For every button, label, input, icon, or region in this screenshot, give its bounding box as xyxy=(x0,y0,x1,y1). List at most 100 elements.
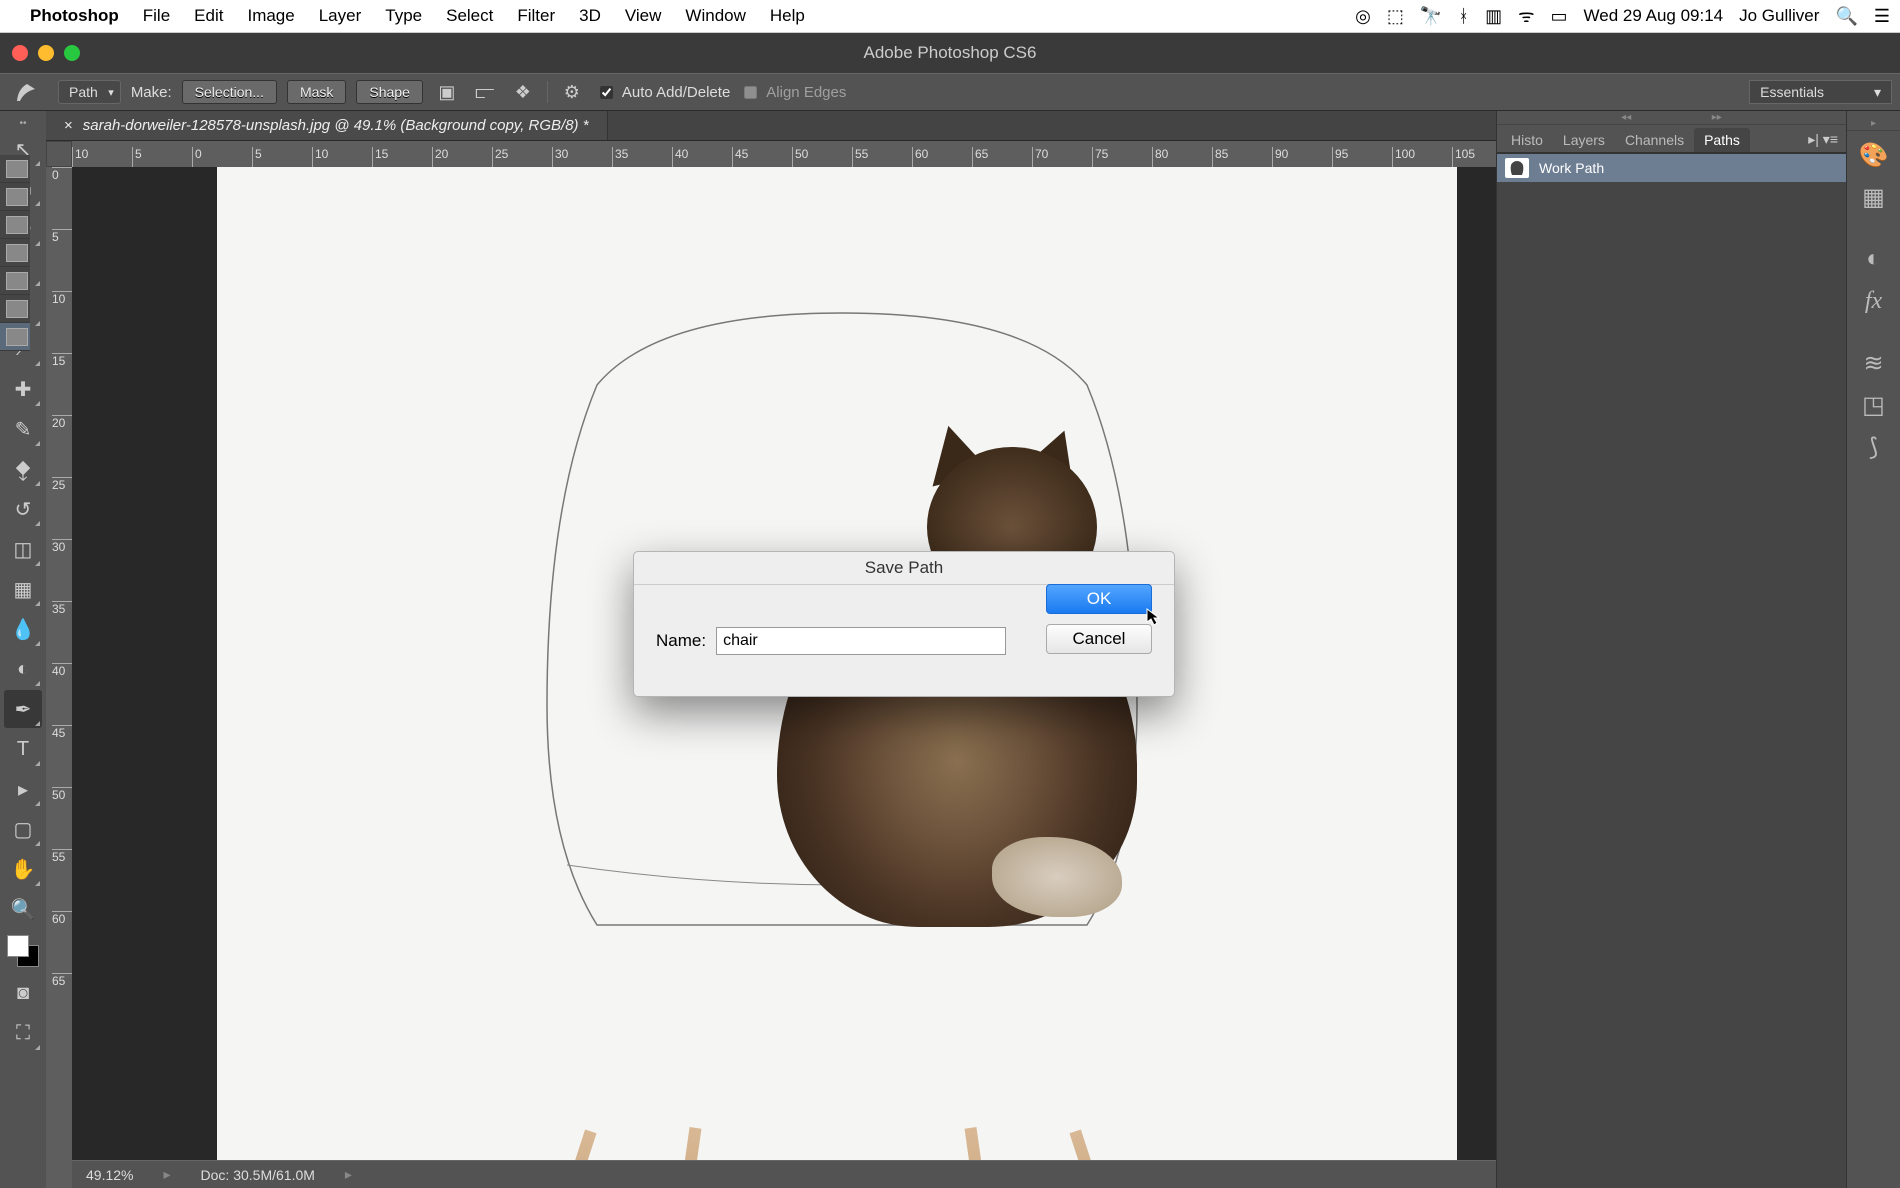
history-row[interactable] xyxy=(0,295,30,323)
path-alignment-icon[interactable]: ⫍ xyxy=(471,79,499,105)
paths-tab[interactable]: Paths xyxy=(1694,128,1750,152)
workspace: •• ↖ ▭ ⭗ ✦ ⌗ ⟋ ✚ ✎ ⧪ ↺ ◫ ▦ 💧 ◐ ✒ T ▸ ▢ ✋… xyxy=(0,111,1900,1188)
adjustments-panel-icon[interactable]: ◐ xyxy=(1856,241,1892,277)
history-row[interactable] xyxy=(0,239,30,267)
styles-panel-icon[interactable]: fx xyxy=(1856,283,1892,319)
chair-leg xyxy=(665,1127,702,1160)
history-row[interactable] xyxy=(0,183,30,211)
brush-tool[interactable]: ✎ xyxy=(4,410,42,448)
macos-menubar: Photoshop File Edit Image Layer Type Sel… xyxy=(0,0,1900,33)
cancel-button[interactable]: Cancel xyxy=(1046,624,1152,654)
window-title: Adobe Photoshop CS6 xyxy=(864,43,1037,63)
color-panel-icon[interactable]: 🎨 xyxy=(1856,137,1892,173)
history-row[interactable] xyxy=(0,323,30,351)
gradient-tool[interactable]: ▦ xyxy=(4,570,42,608)
history-brush-tool[interactable]: ↺ xyxy=(4,490,42,528)
zoom-tool[interactable]: 🔍 xyxy=(4,890,42,928)
menu-help[interactable]: Help xyxy=(770,6,805,26)
path-select-tool[interactable]: ▸ xyxy=(4,770,42,808)
bluetooth-icon[interactable]: ᚼ xyxy=(1458,6,1469,27)
minimize-window-button[interactable] xyxy=(38,45,54,61)
current-tool-icon[interactable] xyxy=(8,79,48,105)
menu-image[interactable]: Image xyxy=(247,6,294,26)
hand-tool[interactable]: ✋ xyxy=(4,850,42,888)
menu-type[interactable]: Type xyxy=(385,6,422,26)
auto-add-delete-checkbox[interactable]: Auto Add/Delete xyxy=(596,83,730,102)
app-menu[interactable]: Photoshop xyxy=(30,6,119,26)
swatches-panel-icon[interactable]: ▦ xyxy=(1856,179,1892,215)
status-bar: 49.12% ▸ Doc: 30.5M/61.0M ▸ xyxy=(72,1160,1496,1188)
vertical-ruler[interactable]: 05101520253035404550556065 xyxy=(46,167,72,1188)
history-row[interactable] xyxy=(0,155,30,183)
panel-menu-icon[interactable]: ▸| ▾≡ xyxy=(1800,127,1846,152)
eraser-tool[interactable]: ◫ xyxy=(4,530,42,568)
quick-mask-toggle[interactable]: ◙ xyxy=(4,974,42,1012)
path-arrangement-icon[interactable]: ❖ xyxy=(509,79,537,105)
blur-tool[interactable]: 💧 xyxy=(4,610,42,648)
menu-layer[interactable]: Layer xyxy=(319,6,362,26)
paths-panel-icon[interactable]: ⟆ xyxy=(1856,429,1892,465)
panel-grip-icon[interactable]: ▸ xyxy=(1847,117,1900,131)
align-edges-checkbox[interactable]: Align Edges xyxy=(740,83,846,102)
power-icon[interactable]: ▭ xyxy=(1551,6,1568,27)
rectangle-tool[interactable]: ▢ xyxy=(4,810,42,848)
menu-edit[interactable]: Edit xyxy=(194,6,223,26)
align-edges-label: Align Edges xyxy=(766,84,846,101)
clone-stamp-tool[interactable]: ⧪ xyxy=(4,450,42,488)
menulet-icon[interactable]: ⬚ xyxy=(1387,6,1404,27)
save-path-dialog: Save Path Name: OK Cancel xyxy=(633,551,1175,697)
spotlight-icon[interactable]: 🔍 xyxy=(1835,6,1857,27)
document-tab[interactable]: × sarah-dorweiler-128578-unsplash.jpg @ … xyxy=(46,111,608,140)
binoculars-icon[interactable]: 🔭 xyxy=(1420,6,1442,27)
dialog-title: Save Path xyxy=(634,552,1174,585)
menu-window[interactable]: Window xyxy=(685,6,745,26)
list-icon[interactable]: ☰ xyxy=(1874,6,1890,27)
dodge-tool[interactable]: ◐ xyxy=(4,650,42,688)
screen-mode-toggle[interactable]: ⛶ xyxy=(4,1014,42,1052)
clock[interactable]: Wed 29 Aug 09:14 xyxy=(1584,6,1724,26)
healing-tool[interactable]: ✚ xyxy=(4,370,42,408)
type-tool[interactable]: T xyxy=(4,730,42,768)
path-name-input[interactable] xyxy=(716,627,1006,655)
wifi-icon[interactable]: ᯤ xyxy=(1518,4,1534,28)
gear-icon[interactable]: ⚙ xyxy=(558,79,586,105)
doc-size[interactable]: Doc: 30.5M/61.0M xyxy=(201,1167,315,1183)
workspace-switcher[interactable]: Essentials▾ xyxy=(1749,80,1892,104)
make-shape-button[interactable]: Shape xyxy=(356,80,422,104)
history-row[interactable] xyxy=(0,267,30,295)
menu-3d[interactable]: 3D xyxy=(579,6,601,26)
menu-filter[interactable]: Filter xyxy=(517,6,555,26)
pen-tool[interactable]: ✒ xyxy=(4,690,42,728)
menu-file[interactable]: File xyxy=(143,6,170,26)
path-operations-icon[interactable]: ▣ xyxy=(433,79,461,105)
color-swatch[interactable] xyxy=(7,935,39,967)
zoom-level[interactable]: 49.12% xyxy=(86,1167,133,1183)
work-path-row[interactable]: Work Path xyxy=(1497,154,1846,182)
make-label: Make: xyxy=(131,84,172,101)
layers-panel-icon[interactable]: ≋ xyxy=(1856,345,1892,381)
history-row[interactable] xyxy=(0,211,30,239)
menulet-icon[interactable]: ◎ xyxy=(1355,6,1371,27)
options-bar: Path Make: Selection... Mask Shape ▣ ⫍ ❖… xyxy=(0,73,1900,111)
menu-select[interactable]: Select xyxy=(446,6,493,26)
document-tabs: × sarah-dorweiler-128578-unsplash.jpg @ … xyxy=(46,111,1496,141)
history-tab[interactable]: Histo xyxy=(1501,128,1553,152)
panel-grip-icon[interactable]: •• xyxy=(0,117,46,129)
zoom-window-button[interactable] xyxy=(64,45,80,61)
close-window-button[interactable] xyxy=(12,45,28,61)
make-selection-button[interactable]: Selection... xyxy=(182,80,277,104)
horizontal-ruler[interactable]: 1050510152025303540455055606570758085909… xyxy=(72,141,1496,167)
layers-tab[interactable]: Layers xyxy=(1553,128,1615,152)
channels-panel-icon[interactable]: ◳ xyxy=(1856,387,1892,423)
channels-tab[interactable]: Channels xyxy=(1615,128,1694,152)
make-mask-button[interactable]: Mask xyxy=(287,80,346,104)
document-tab-title: sarah-dorweiler-128578-unsplash.jpg @ 49… xyxy=(83,117,589,134)
chair-leg xyxy=(965,1127,1002,1160)
user-name[interactable]: Jo Gulliver xyxy=(1739,6,1819,26)
battery-icon[interactable]: ▥ xyxy=(1485,6,1502,27)
path-mode-dropdown[interactable]: Path xyxy=(58,80,121,104)
ok-button[interactable]: OK xyxy=(1046,584,1152,614)
menu-view[interactable]: View xyxy=(625,6,662,26)
panel-grip-icon[interactable]: ◂◂ ▸▸ xyxy=(1497,111,1846,125)
ruler-origin[interactable] xyxy=(46,141,72,167)
